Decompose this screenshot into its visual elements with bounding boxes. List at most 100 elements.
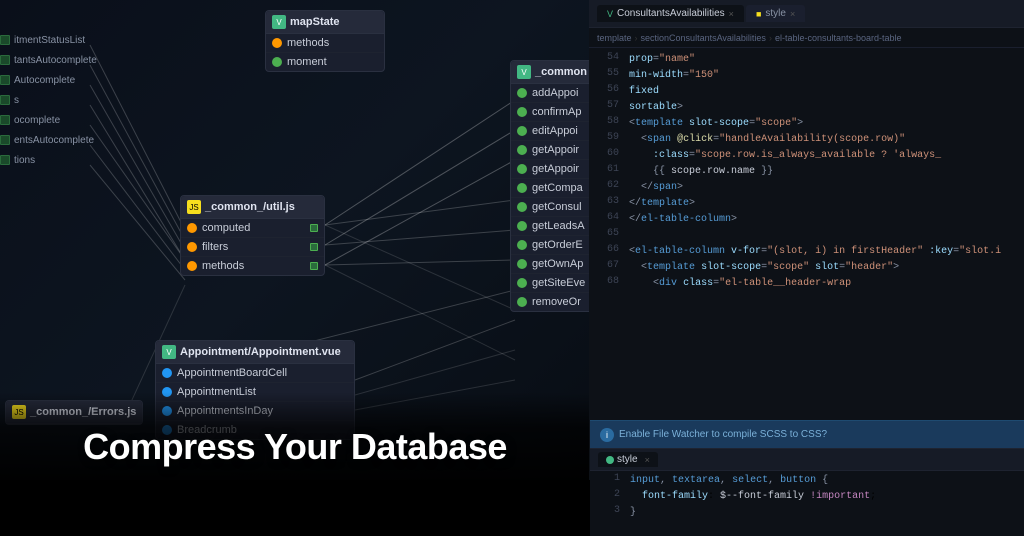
dot-moment: [272, 57, 282, 67]
line-num-65: 65: [597, 228, 619, 239]
code-editor-panel: V ConsultantsAvailabilities × ■ style × …: [589, 0, 1024, 480]
scss-code-2: font-family: $--font-family !important;: [630, 489, 876, 505]
label-getleadsa: getLeadsA: [532, 220, 585, 232]
tab-style-label: style: [765, 8, 786, 19]
line-code-60: :class="scope.row.is_always_available ? …: [629, 148, 941, 164]
label-confirmap: confirmAp: [532, 106, 582, 118]
common-row-5: getAppoir: [511, 160, 590, 179]
dot-filters: [187, 242, 197, 252]
tab-vue-icon: V: [607, 9, 613, 19]
label-computed: computed: [202, 222, 250, 234]
label-methods: methods: [202, 260, 244, 272]
label-boardcell: AppointmentBoardCell: [177, 367, 287, 379]
left-items-list: itmentStatusList tantsAutocomplete Autoc…: [0, 30, 102, 170]
breadcrumb-sep2: ›: [769, 33, 772, 43]
code-line-58: 58 <template slot-scope="scope">: [589, 116, 1024, 132]
dot-7: [517, 202, 527, 212]
line-num-56: 56: [597, 84, 619, 95]
scss-num-1: 1: [598, 473, 620, 484]
line-num-54: 54: [597, 52, 619, 63]
code-line-63: 63 </template>: [589, 196, 1024, 212]
notify-bar: i Enable File Watcher to compile SCSS to…: [590, 420, 1024, 448]
mapstate-header: V mapState: [266, 11, 384, 34]
dot-appt-1: [162, 368, 172, 378]
line-code-55: min-width="150": [629, 68, 719, 84]
line-num-58: 58: [597, 116, 619, 127]
common-row-9: getOrderE: [511, 236, 590, 255]
left-item-2: Autocomplete: [14, 75, 75, 86]
scss-num-2: 2: [598, 489, 620, 500]
common-node-header: V _common: [511, 61, 590, 84]
port-filters: [310, 243, 318, 251]
line-code-68: <div class="el-table__header-wrap: [629, 276, 851, 292]
code-line-61: 61 {{ scope.row.name }}: [589, 164, 1024, 180]
code-line-54: 54 prop="name": [589, 52, 1024, 68]
scss-dot: [606, 456, 614, 464]
util-node-title: _common_/util.js: [205, 201, 295, 213]
breadcrumb-text: template: [597, 33, 632, 43]
label-editappoi: editAppoi: [532, 125, 578, 137]
code-line-57: 57 sortable>: [589, 100, 1024, 116]
scss-code-3: }: [630, 505, 636, 521]
dot-methods: [187, 261, 197, 271]
dot-4: [517, 145, 527, 155]
breadcrumb-sep1: ›: [635, 33, 638, 43]
left-item-1: tantsAutocomplete: [14, 55, 97, 66]
line-code-61: {{ scope.row.name }}: [629, 164, 773, 180]
dot-11: [517, 278, 527, 288]
scss-tab-style[interactable]: style ×: [598, 452, 658, 467]
scss-tab-close[interactable]: ×: [645, 455, 650, 465]
line-num-63: 63: [597, 196, 619, 207]
label-getappoir1: getAppoir: [532, 144, 579, 156]
tab-close-style[interactable]: ×: [790, 9, 795, 19]
line-num-62: 62: [597, 180, 619, 191]
line-code-56: fixed: [629, 84, 659, 100]
left-item-6: tions: [14, 155, 35, 166]
moment-row: moment: [266, 53, 384, 71]
page-title: Compress Your Database: [83, 426, 507, 468]
label-addappoi: addAppoi: [532, 87, 579, 99]
label-methods2: methods: [287, 37, 329, 49]
common-row-7: getConsul: [511, 198, 590, 217]
code-line-59: 59 <span @click="handleAvailability(scop…: [589, 132, 1024, 148]
scss-line-4: [590, 521, 1024, 536]
util-icon: JS: [187, 200, 201, 214]
line-code-59: <span @click="handleAvailability(scope.r…: [629, 132, 905, 148]
port-computed: [310, 224, 318, 232]
line-code-63: </template>: [629, 196, 695, 212]
tab-consultants-label: ConsultantsAvailabilities: [617, 8, 725, 19]
label-getownap: getOwnAp: [532, 258, 583, 270]
common-row-6: getCompa: [511, 179, 590, 198]
dot-10: [517, 259, 527, 269]
editor-tabs: V ConsultantsAvailabilities × ■ style ×: [589, 0, 1024, 28]
scss-line-2: 2 font-family: $--font-family !important…: [590, 489, 1024, 505]
left-item-4: ocomplete: [14, 115, 60, 126]
dot-2: [517, 107, 527, 117]
appointment-icon: V: [162, 345, 176, 359]
mapstate-icon: V: [272, 15, 286, 29]
common-row-10: getOwnAp: [511, 255, 590, 274]
label-getcompa: getCompa: [532, 182, 583, 194]
common-row-8: getLeadsA: [511, 217, 590, 236]
code-content: 54 prop="name" 55 min-width="150" 56 fix…: [589, 48, 1024, 480]
common-node: V _common addAppoi confirmAp editAppoi g…: [510, 60, 590, 312]
util-row-computed: computed: [181, 219, 324, 238]
code-line-66: 66 <el-table-column v-for="(slot, i) in …: [589, 244, 1024, 260]
dot-computed: [187, 223, 197, 233]
tab-close-consultants[interactable]: ×: [729, 9, 734, 19]
code-line-65: 65: [589, 228, 1024, 244]
util-node: JS _common_/util.js computed filters met…: [180, 195, 325, 276]
mapstate-title: mapState: [290, 16, 340, 28]
line-num-68: 68: [597, 276, 619, 287]
dot-9: [517, 240, 527, 250]
code-line-64: 64 </el-table-column>: [589, 212, 1024, 228]
scss-code-1: input, textarea, select, button {: [630, 473, 828, 489]
tab-consultants[interactable]: V ConsultantsAvailabilities ×: [597, 5, 744, 22]
code-line-56: 56 fixed: [589, 84, 1024, 100]
label-filters: filters: [202, 241, 228, 253]
line-code-67: <template slot-scope="scope" slot="heade…: [629, 260, 899, 276]
notify-icon: i: [600, 428, 614, 442]
scss-content: 1 input, textarea, select, button { 2 fo…: [590, 471, 1024, 536]
tab-style[interactable]: ■ style ×: [746, 5, 805, 22]
common-row-1: addAppoi: [511, 84, 590, 103]
